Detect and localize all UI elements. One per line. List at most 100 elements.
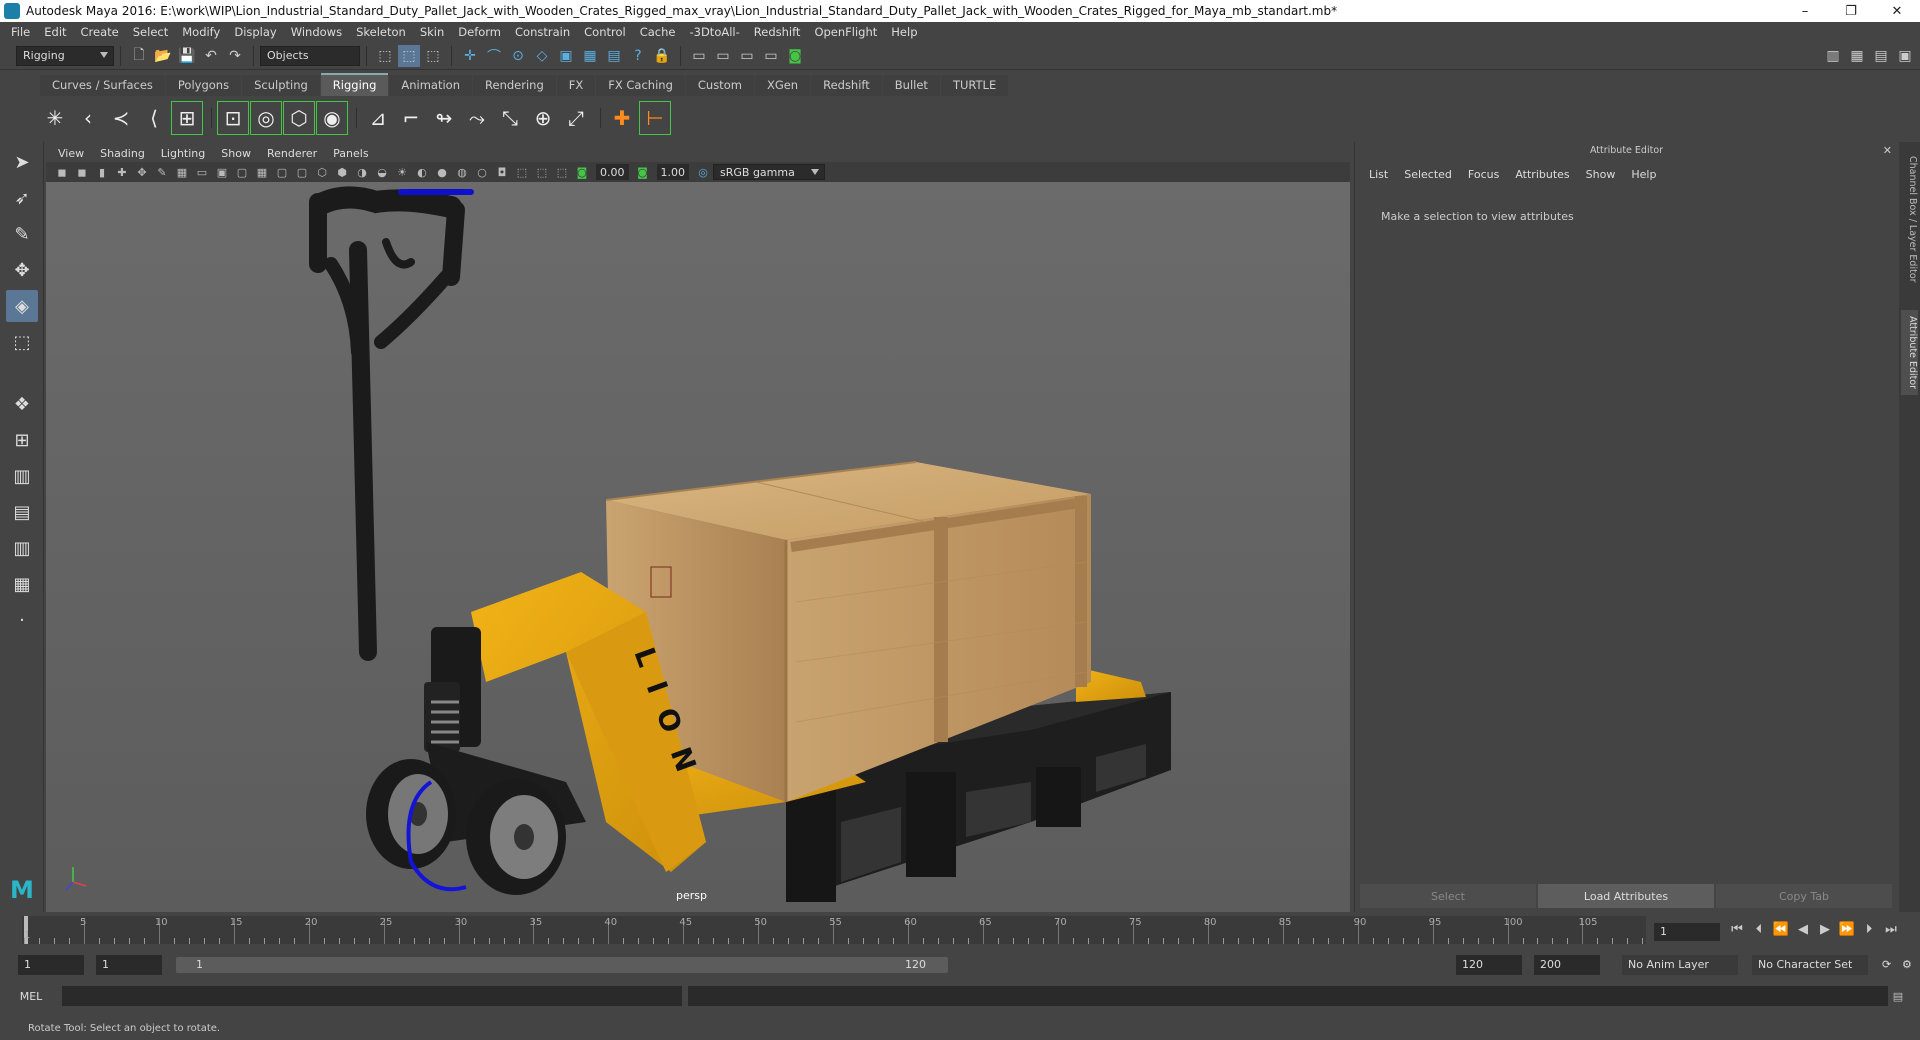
sculpt-deformer-icon[interactable]: ◉: [316, 101, 348, 135]
go-to-end-icon[interactable]: ⏭: [1880, 922, 1902, 937]
custom-layout-icon[interactable]: ·: [6, 604, 38, 636]
menu-modify[interactable]: Modify: [175, 25, 227, 39]
snap-point-icon[interactable]: ⊙: [507, 45, 529, 67]
snap-surface-icon[interactable]: ▦: [579, 45, 601, 67]
attr-menu-focus[interactable]: Focus: [1460, 168, 1507, 181]
smooth-bind-icon[interactable]: ⊿: [363, 102, 393, 134]
menu-select[interactable]: Select: [126, 25, 175, 39]
persp-outliner-layout-icon[interactable]: ▥: [6, 460, 38, 492]
shelf-tab-animation[interactable]: Animation: [389, 75, 473, 96]
shelf-tab-turtle[interactable]: TURTLE: [940, 75, 1009, 96]
shelf-tab-redshift[interactable]: Redshift: [811, 75, 882, 96]
range-bar[interactable]: 1 120: [176, 957, 948, 973]
select-object-icon[interactable]: ⬚: [398, 44, 420, 67]
attr-menu-selected[interactable]: Selected: [1396, 168, 1460, 181]
hypershade-icon[interactable]: ▭: [760, 45, 782, 67]
2d-pan-zoom-icon[interactable]: ✥: [134, 164, 150, 180]
panel-menu-shading[interactable]: Shading: [92, 147, 153, 160]
menu-create[interactable]: Create: [74, 25, 126, 39]
snap-curve-icon[interactable]: ⌒: [483, 45, 505, 67]
shadows-icon[interactable]: ◐: [414, 164, 430, 180]
color-management-icon[interactable]: ◎: [695, 164, 711, 180]
playback-start-field[interactable]: 1: [96, 955, 162, 975]
selection-mode-dropdown[interactable]: Objects: [260, 45, 360, 66]
wireframe-icon[interactable]: ⬡: [314, 164, 330, 180]
shelf-tab-fx-caching[interactable]: FX Caching: [596, 75, 685, 96]
locator-icon[interactable]: ⊞: [171, 101, 203, 135]
auto-key-icon[interactable]: ⟳: [1876, 955, 1894, 975]
xray-icon[interactable]: ⬚: [534, 164, 550, 180]
menu-skin[interactable]: Skin: [413, 25, 451, 39]
menu-deform[interactable]: Deform: [451, 25, 508, 39]
menu-cache[interactable]: Cache: [633, 25, 683, 39]
menu-control[interactable]: Control: [577, 25, 633, 39]
workspace-icon[interactable]: ▥: [1822, 45, 1844, 67]
persp-hypershade-layout-icon[interactable]: ▥: [6, 532, 38, 564]
menu-file[interactable]: File: [4, 25, 37, 39]
menu-skeleton[interactable]: Skeleton: [349, 25, 413, 39]
menu-windows[interactable]: Windows: [284, 25, 349, 39]
shelf-tab-sculpting[interactable]: Sculpting: [242, 75, 320, 96]
minimize-button[interactable]: –: [1782, 0, 1828, 22]
use-all-lights-icon[interactable]: ☀: [394, 164, 410, 180]
wireframe-on-shaded-icon[interactable]: ◑: [354, 164, 370, 180]
go-to-start-icon[interactable]: ⏮: [1726, 922, 1748, 937]
point-constraint-icon[interactable]: ↬: [429, 102, 459, 134]
time-ruler[interactable]: 1 5 10 15 20 25 30 35 40 45 50 55 60 65 70 75 80 85 90 95 10…: [22, 916, 1646, 944]
step-back-frame-icon[interactable]: ⏴: [1748, 922, 1770, 937]
shelf-tab-rigging[interactable]: Rigging: [320, 73, 389, 96]
toggle-panel-icon[interactable]: ▣: [1894, 45, 1916, 67]
scale-tool-icon[interactable]: ⬚: [6, 326, 38, 358]
safe-action-icon[interactable]: ▢: [274, 164, 290, 180]
motion-blur-icon[interactable]: ◍: [454, 164, 470, 180]
orient-constraint-icon[interactable]: ⤳: [462, 102, 492, 134]
ipr-render-icon[interactable]: ▭: [712, 45, 734, 67]
shelf-tab-custom[interactable]: Custom: [685, 75, 754, 96]
load-attributes-button[interactable]: Load Attributes: [1538, 884, 1714, 908]
select-component-icon[interactable]: ⬚: [422, 45, 444, 67]
script-language-label[interactable]: MEL: [0, 990, 62, 1003]
menu-help[interactable]: Help: [884, 25, 924, 39]
grease-pencil-icon[interactable]: ✎: [154, 164, 170, 180]
shelf-tab-bullet[interactable]: Bullet: [882, 75, 940, 96]
render-frame-icon[interactable]: ▭: [688, 45, 710, 67]
menu-redshift[interactable]: Redshift: [747, 25, 808, 39]
menu-display[interactable]: Display: [227, 25, 283, 39]
redo-icon[interactable]: ↷: [224, 45, 246, 67]
ik-spline-icon[interactable]: ≺: [106, 102, 136, 134]
move-tool-icon[interactable]: ✥: [6, 254, 38, 286]
play-backwards-icon[interactable]: ◀: [1792, 922, 1814, 937]
playback-end-field[interactable]: 120: [1456, 955, 1522, 975]
shelf-tab-xgen[interactable]: XGen: [754, 75, 811, 96]
panel-menu-panels[interactable]: Panels: [325, 147, 376, 160]
new-scene-icon[interactable]: 🗋: [128, 45, 150, 67]
wrap-icon[interactable]: ⬡: [283, 101, 315, 135]
shelf-tab-fx[interactable]: FX: [556, 75, 596, 96]
character-set-dropdown[interactable]: No Character Set: [1752, 955, 1868, 975]
lattice-icon[interactable]: ◎: [250, 101, 282, 135]
panel-menu-show[interactable]: Show: [213, 147, 259, 160]
maximize-button[interactable]: ❐: [1828, 0, 1874, 22]
anim-layer-dropdown[interactable]: No Anim Layer: [1622, 955, 1738, 975]
menu-set-dropdown[interactable]: Rigging: [16, 45, 114, 66]
shelf-tab-polygons[interactable]: Polygons: [165, 75, 242, 96]
history-icon[interactable]: ▤: [603, 45, 625, 67]
lock-icon[interactable]: 🔒: [651, 45, 673, 67]
attribute-editor-tab[interactable]: Attribute Editor: [1901, 310, 1918, 396]
perspective-viewport[interactable]: LION persp: [46, 182, 1350, 912]
attr-menu-list[interactable]: List: [1361, 168, 1396, 181]
render-view-icon[interactable]: ◙: [784, 45, 806, 67]
current-frame-field[interactable]: 1: [1654, 923, 1720, 941]
close-panel-icon[interactable]: ✕: [1883, 144, 1892, 157]
insert-joint-icon[interactable]: ⟨: [139, 102, 169, 134]
anti-aliasing-icon[interactable]: ○: [474, 164, 490, 180]
render-settings-icon[interactable]: ▭: [736, 45, 758, 67]
cluster-icon[interactable]: ⊡: [217, 101, 249, 135]
layout-icon[interactable]: ▤: [1870, 45, 1892, 67]
camera-attributes-icon[interactable]: ◼: [74, 164, 90, 180]
select-tool-icon[interactable]: ➤: [6, 146, 38, 178]
screen-space-ao-icon[interactable]: ●: [434, 164, 450, 180]
persp-uv-layout-icon[interactable]: ▦: [6, 568, 38, 600]
shelf-tab-curves-surfaces[interactable]: Curves / Surfaces: [40, 75, 165, 96]
menu-edit[interactable]: Edit: [37, 25, 73, 39]
